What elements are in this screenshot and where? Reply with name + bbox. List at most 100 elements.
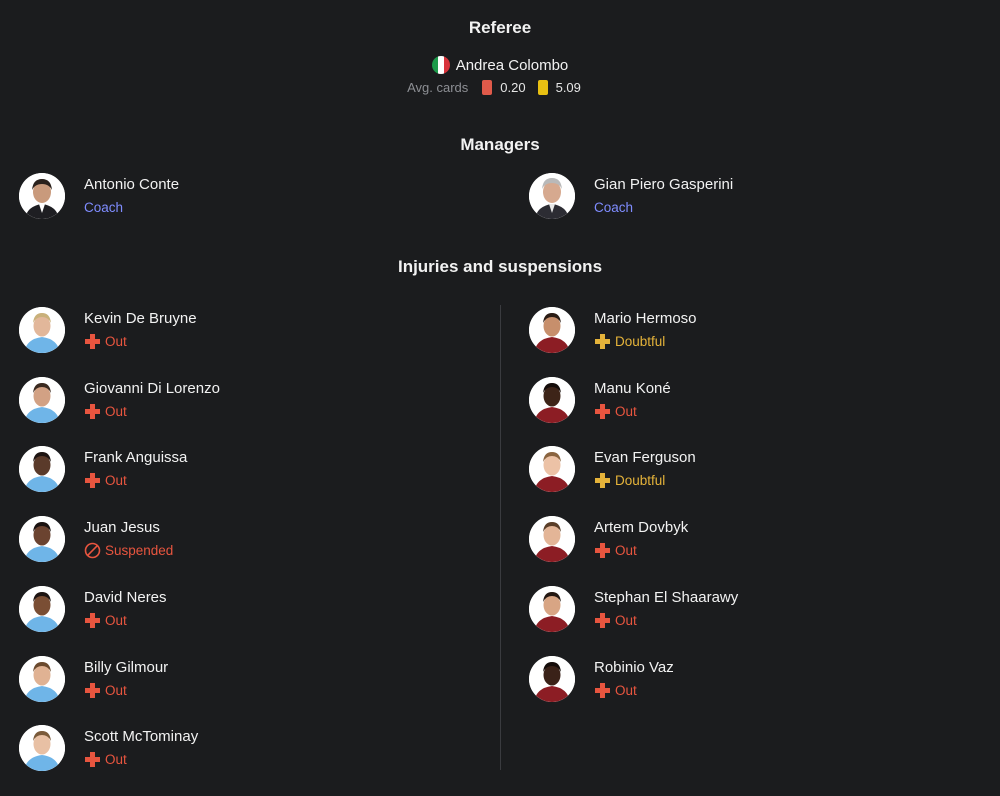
referee-title: Referee bbox=[468, 18, 532, 37]
player-status: Suspended bbox=[84, 541, 173, 560]
manager-role: Coach bbox=[594, 200, 634, 215]
player-avatar bbox=[529, 516, 575, 562]
player-name: Artem Dovbyk bbox=[594, 519, 689, 536]
suspended-icon bbox=[84, 542, 101, 559]
red-card-icon bbox=[482, 80, 493, 95]
player-status: Out bbox=[84, 750, 198, 769]
match-info-panel: Referee Andrea Colombo Avg. cards 0.20 5… bbox=[0, 0, 1000, 796]
player-status: Out bbox=[84, 471, 187, 490]
manager-avatar bbox=[529, 173, 575, 219]
player-name: Stephan El Shaarawy bbox=[594, 589, 739, 606]
player-avatar bbox=[529, 446, 575, 492]
injured-player-row[interactable]: Scott McTominay Out bbox=[19, 724, 198, 772]
referee-row: Andrea Colombo bbox=[0, 56, 1000, 74]
column-divider bbox=[500, 305, 501, 770]
injury-cross-icon bbox=[84, 333, 101, 350]
red-card-average: 0.20 bbox=[500, 80, 526, 95]
player-status-label: Out bbox=[105, 404, 127, 419]
player-status: Out bbox=[84, 332, 197, 351]
injured-player-row[interactable]: Robinio Vaz Out bbox=[529, 655, 674, 703]
avg-cards-label: Avg. cards bbox=[407, 80, 469, 95]
manager-role: Coach bbox=[84, 200, 124, 215]
player-status-label: Out bbox=[105, 752, 127, 767]
doubtful-cross-icon bbox=[594, 333, 611, 350]
player-status-label: Out bbox=[615, 404, 637, 419]
injured-player-row[interactable]: Evan Ferguson Doubtful bbox=[529, 445, 696, 493]
player-name: Scott McTominay bbox=[84, 728, 199, 745]
player-name: Robinio Vaz bbox=[594, 659, 674, 676]
injury-cross-icon bbox=[84, 612, 101, 629]
manager-name: Antonio Conte bbox=[84, 176, 180, 193]
injury-cross-icon bbox=[84, 682, 101, 699]
player-avatar bbox=[19, 377, 65, 423]
injuries-title: Injuries and suspensions bbox=[397, 257, 603, 276]
italy-flag-icon bbox=[431, 56, 450, 74]
yellow-card-average: 5.09 bbox=[555, 80, 581, 95]
injured-player-row[interactable]: David Neres Out bbox=[19, 585, 167, 633]
injured-player-row[interactable]: Manu Koné Out bbox=[529, 376, 671, 424]
player-status: Out bbox=[594, 681, 674, 700]
injury-cross-icon bbox=[84, 751, 101, 768]
manager-avatar bbox=[19, 173, 65, 219]
doubtful-cross-icon bbox=[594, 472, 611, 489]
referee-name[interactable]: Andrea Colombo bbox=[456, 57, 569, 74]
player-name: Kevin De Bruyne bbox=[84, 310, 197, 327]
player-status-label: Out bbox=[105, 613, 127, 628]
injured-player-row[interactable]: Juan Jesus Suspended bbox=[19, 515, 173, 563]
player-status-label: Out bbox=[105, 473, 127, 488]
player-status-label: Doubtful bbox=[615, 473, 666, 488]
player-name: Evan Ferguson bbox=[594, 449, 696, 466]
player-status: Doubtful bbox=[594, 471, 696, 490]
player-status-label: Out bbox=[105, 334, 127, 349]
managers-title: Managers bbox=[460, 135, 540, 154]
yellow-card-icon bbox=[537, 80, 548, 95]
player-avatar bbox=[529, 656, 575, 702]
player-status: Doubtful bbox=[594, 332, 697, 351]
player-avatar bbox=[19, 446, 65, 492]
player-avatar bbox=[529, 377, 575, 423]
injured-player-row[interactable]: Billy Gilmour Out bbox=[19, 655, 168, 703]
player-status: Out bbox=[594, 402, 671, 421]
manager-away[interactable]: Gian Piero Gasperini Coach bbox=[529, 172, 733, 220]
player-avatar bbox=[19, 516, 65, 562]
player-status-label: Out bbox=[105, 683, 127, 698]
referee-avg-cards: Avg. cards 0.20 5.09 bbox=[0, 80, 1000, 95]
player-status: Out bbox=[84, 611, 167, 630]
player-name: Giovanni Di Lorenzo bbox=[84, 380, 220, 397]
injured-player-row[interactable]: Frank Anguissa Out bbox=[19, 445, 187, 493]
player-avatar bbox=[19, 725, 65, 771]
player-status: Out bbox=[594, 611, 738, 630]
injury-cross-icon bbox=[84, 472, 101, 489]
player-name: Billy Gilmour bbox=[84, 659, 169, 676]
player-status: Out bbox=[84, 681, 168, 700]
player-status: Out bbox=[84, 402, 220, 421]
player-name: David Neres bbox=[84, 589, 167, 606]
injury-cross-icon bbox=[594, 542, 611, 559]
injured-player-row[interactable]: Mario Hermoso Doubtful bbox=[529, 306, 697, 354]
player-status-label: Out bbox=[615, 613, 637, 628]
manager-home[interactable]: Antonio Conte Coach bbox=[19, 172, 179, 220]
player-status-label: Suspended bbox=[105, 543, 174, 558]
player-status-label: Out bbox=[615, 543, 637, 558]
player-avatar bbox=[19, 307, 65, 353]
injured-player-row[interactable]: Kevin De Bruyne Out bbox=[19, 306, 197, 354]
player-avatar bbox=[529, 586, 575, 632]
injury-cross-icon bbox=[594, 612, 611, 629]
player-name: Frank Anguissa bbox=[84, 449, 188, 466]
injury-cross-icon bbox=[84, 403, 101, 420]
player-avatar bbox=[529, 307, 575, 353]
player-name: Juan Jesus bbox=[84, 519, 160, 536]
player-avatar bbox=[19, 586, 65, 632]
injured-player-row[interactable]: Artem Dovbyk Out bbox=[529, 515, 688, 563]
player-avatar bbox=[19, 656, 65, 702]
player-name: Mario Hermoso bbox=[594, 310, 697, 327]
player-name: Manu Koné bbox=[594, 380, 671, 397]
player-status-label: Doubtful bbox=[615, 334, 666, 349]
player-status: Out bbox=[594, 541, 688, 560]
injured-player-row[interactable]: Giovanni Di Lorenzo Out bbox=[19, 376, 220, 424]
player-status-label: Out bbox=[615, 683, 637, 698]
manager-name: Gian Piero Gasperini bbox=[594, 176, 734, 193]
injury-cross-icon bbox=[594, 682, 611, 699]
injury-cross-icon bbox=[594, 403, 611, 420]
injured-player-row[interactable]: Stephan El Shaarawy Out bbox=[529, 585, 738, 633]
